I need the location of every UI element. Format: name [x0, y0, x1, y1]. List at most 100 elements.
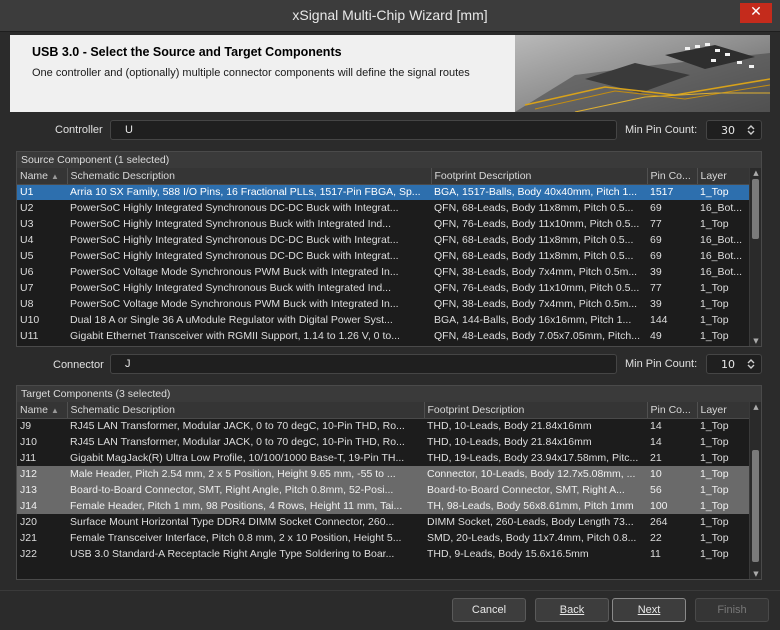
source-component-panel: Source Component (1 selected) Name ▲ Sch… [16, 151, 762, 347]
column-header-pin-count[interactable]: Pin Co... [647, 168, 698, 185]
table-row[interactable]: U4 PowerSoC Highly Integrated Synchronous… [17, 232, 749, 248]
column-header-schematic[interactable]: Schematic Description [67, 168, 432, 185]
controller-filter-input[interactable]: U [110, 120, 617, 140]
cell-schematic-description: Gigabit MagJack(R) Ultra Low Profile, 10… [70, 452, 405, 464]
cell-pin-count: 21 [650, 452, 662, 464]
table-row[interactable]: J21 Female Transceiver Interface, Pitch 0… [17, 530, 749, 546]
column-header-footprint[interactable]: Footprint Description [424, 402, 648, 419]
connector-label: Connector [53, 359, 104, 371]
cell-pin-count: 100 [647, 498, 697, 514]
cell-layer: 1_Top [700, 314, 729, 326]
column-header-name[interactable]: Name ▲ [17, 168, 68, 185]
controller-min-pin-spinner[interactable]: 30 [706, 120, 762, 140]
cell-footprint-description: BGA, 1517-Balls, Body 40x40mm, Pitch 1..… [431, 184, 647, 200]
spinner-arrows-icon[interactable] [745, 123, 757, 137]
table-row[interactable]: U10 Dual 18 A or Single 36 A uModule Regu… [17, 312, 749, 328]
cell-schematic-description: Female Header, Pitch 1 mm, 98 Positions,… [67, 498, 424, 514]
table-row[interactable]: J14 Female Header, Pitch 1 mm, 98 Positio… [17, 498, 749, 514]
cell-footprint-description: THD, 9-Leads, Body 15.6x16.5mm [427, 548, 589, 560]
cell-pin-count: 69 [650, 234, 662, 246]
cell-name: J10 [20, 436, 37, 448]
source-scrollbar[interactable]: ▲ ▼ [749, 168, 761, 346]
target-scrollbar[interactable]: ▲ ▼ [749, 402, 761, 579]
table-row[interactable]: J10 RJ45 LAN Transformer, Modular JACK, 0… [17, 434, 749, 450]
target-caption: Target Components (3 selected) [17, 386, 761, 402]
column-header-pin-count[interactable]: Pin Co... [647, 402, 698, 419]
cell-footprint-description: QFN, 76-Leads, Body 11x10mm, Pitch 0.5..… [434, 282, 640, 294]
cell-layer: 1_Top [697, 466, 749, 482]
target-header-row: Name ▲ Schematic Description Footprint D… [17, 402, 750, 419]
cell-pin-count: 69 [650, 202, 662, 214]
cell-name: U5 [20, 250, 34, 262]
table-row[interactable]: U6 PowerSoC Voltage Mode Synchronous PWM … [17, 264, 749, 280]
table-row[interactable]: J22 USB 3.0 Standard-A Receptacle Right A… [17, 546, 749, 562]
column-header-layer[interactable]: Layer [697, 402, 750, 419]
cell-footprint-description: Board-to-Board Connector, SMT, Right A..… [424, 482, 647, 498]
back-label: Back [559, 604, 585, 616]
cell-layer: 1_Top [700, 452, 729, 464]
cell-name: J14 [17, 498, 67, 514]
cell-schematic-description: PowerSoC Highly Integrated Synchronous B… [70, 218, 392, 230]
page-subtitle: One controller and (optionally) multiple… [32, 67, 470, 79]
cell-name: U7 [20, 282, 34, 294]
cell-schematic-description: PowerSoC Voltage Mode Synchronous PWM Bu… [70, 266, 399, 278]
next-button[interactable]: Next [612, 598, 686, 622]
cell-schematic-description: PowerSoC Highly Integrated Synchronous D… [70, 250, 399, 262]
cell-name: U6 [20, 266, 34, 278]
table-row[interactable]: U2 PowerSoC Highly Integrated Synchronous… [17, 200, 749, 216]
column-header-footprint[interactable]: Footprint Description [431, 168, 648, 185]
connector-min-pin-spinner[interactable]: 10 [706, 354, 762, 374]
back-button[interactable]: Back [535, 598, 609, 622]
circuit-board-image [515, 35, 770, 112]
table-row[interactable]: J11 Gigabit MagJack(R) Ultra Low Profile,… [17, 450, 749, 466]
scroll-thumb[interactable] [752, 179, 759, 239]
table-row[interactable]: U3 PowerSoC Highly Integrated Synchronous… [17, 216, 749, 232]
cell-layer: 1_Top [700, 532, 729, 544]
table-row[interactable]: J12 Male Header, Pitch 2.54 mm, 2 x 5 Pos… [17, 466, 749, 482]
column-header-schematic[interactable]: Schematic Description [67, 402, 425, 419]
cell-pin-count: 14 [650, 436, 662, 448]
table-row[interactable]: J13 Board-to-Board Connector, SMT, Right … [17, 482, 749, 498]
cell-layer: 16_Bot... [700, 202, 743, 214]
cell-layer: 16_Bot... [700, 234, 743, 246]
table-row[interactable]: U11 Gigabit Ethernet Transceiver with RGM… [17, 328, 749, 344]
cell-layer: 1_Top [697, 482, 749, 498]
connector-filter-input[interactable]: J [110, 354, 617, 374]
cell-footprint-description: THD, 19-Leads, Body 23.94x17.58mm, Pitc.… [427, 452, 639, 464]
table-row[interactable]: U5 PowerSoC Highly Integrated Synchronous… [17, 248, 749, 264]
table-row[interactable]: U7 PowerSoC Highly Integrated Synchronous… [17, 280, 749, 296]
cell-pin-count: 77 [650, 218, 662, 230]
source-table: Name ▲ Schematic Description Footprint D… [17, 168, 750, 344]
cell-pin-count: 49 [650, 330, 662, 342]
cell-name: J12 [17, 466, 67, 482]
scroll-thumb[interactable] [752, 450, 759, 562]
scroll-down-icon[interactable]: ▼ [750, 569, 761, 579]
cell-name: J11 [20, 452, 37, 464]
spinner-arrows-icon[interactable] [745, 357, 757, 371]
table-row[interactable]: J20 Surface Mount Horizontal Type DDR4 DI… [17, 514, 749, 530]
cell-schematic-description: PowerSoC Highly Integrated Synchronous B… [70, 282, 392, 294]
cell-footprint-description: DIMM Socket, 260-Leads, Body Length 73..… [427, 516, 634, 528]
cancel-button[interactable]: Cancel [452, 598, 526, 622]
table-row[interactable]: J9 RJ45 LAN Transformer, Modular JACK, 0 … [17, 418, 749, 434]
cell-layer: 1_Top [700, 420, 729, 433]
connector-min-pin-label: Min Pin Count: [625, 358, 698, 370]
cell-footprint-description: QFN, 76-Leads, Body 11x10mm, Pitch 0.5..… [434, 218, 640, 230]
table-row[interactable]: U1 Arria 10 SX Family, 588 I/O Pins, 16 F… [17, 184, 749, 200]
controller-min-pin-label: Min Pin Count: [625, 124, 698, 136]
cell-pin-count: 56 [647, 482, 697, 498]
table-row[interactable]: U8 PowerSoC Voltage Mode Synchronous PWM … [17, 296, 749, 312]
cell-schematic-description: PowerSoC Voltage Mode Synchronous PWM Bu… [70, 298, 399, 310]
cell-name: U2 [20, 202, 34, 214]
scroll-up-icon[interactable]: ▲ [750, 402, 761, 412]
wizard-header: USB 3.0 - Select the Source and Target C… [10, 35, 770, 112]
scroll-down-icon[interactable]: ▼ [750, 336, 761, 346]
target-table: Name ▲ Schematic Description Footprint D… [17, 402, 750, 562]
finish-button[interactable]: Finish [695, 598, 769, 622]
scroll-up-icon[interactable]: ▲ [750, 168, 761, 178]
column-header-name[interactable]: Name ▲ [17, 402, 68, 419]
cell-schematic-description: PowerSoC Highly Integrated Synchronous D… [70, 234, 399, 246]
column-header-layer[interactable]: Layer [697, 168, 750, 185]
close-button[interactable]: ✕ [740, 3, 772, 23]
cell-schematic-description: RJ45 LAN Transformer, Modular JACK, 0 to… [70, 436, 405, 448]
